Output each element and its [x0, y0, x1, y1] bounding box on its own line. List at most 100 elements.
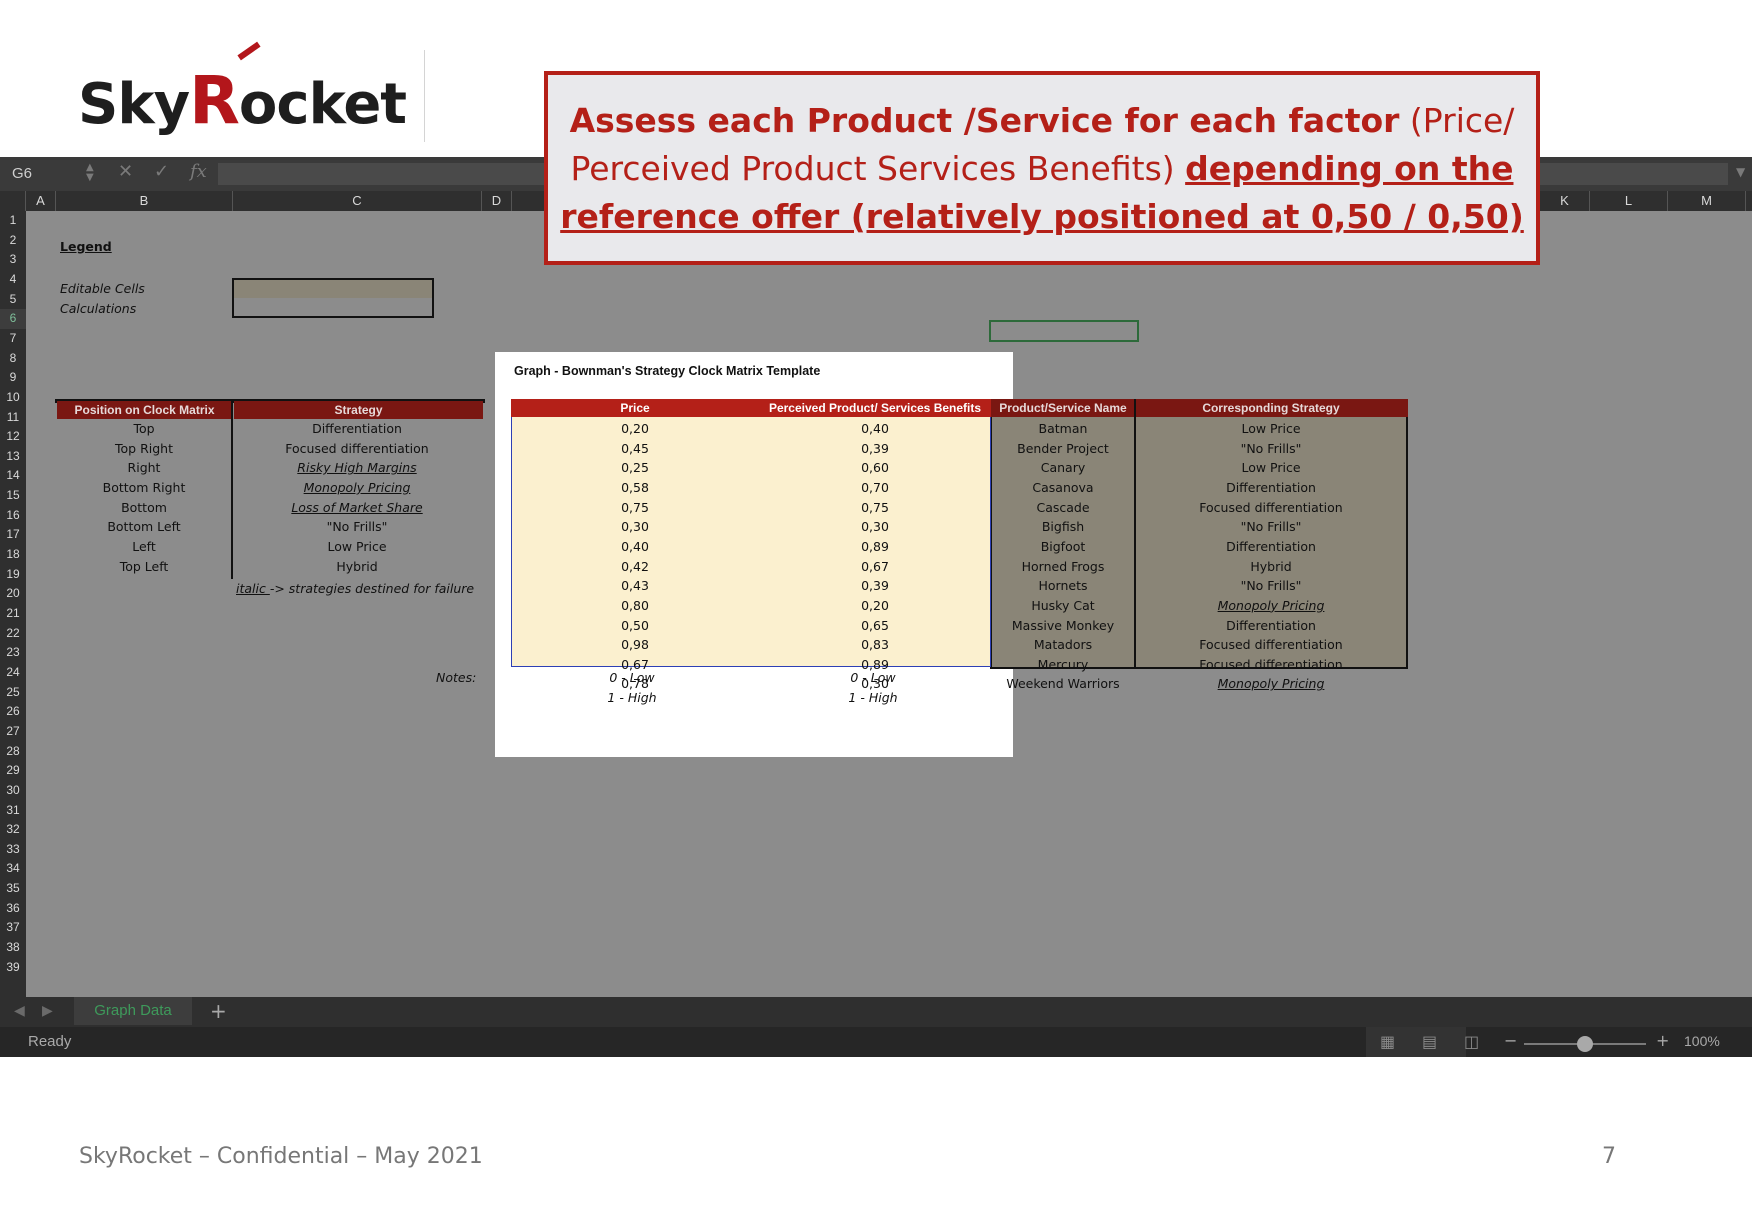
strategy-cell[interactable]: Monopoly Pricing — [1136, 674, 1406, 694]
column-header[interactable]: A — [26, 191, 56, 211]
column-header[interactable]: L — [1590, 191, 1668, 211]
row-header[interactable]: 38 — [0, 938, 26, 958]
row-header[interactable]: 12 — [0, 427, 26, 447]
price-cell[interactable]: 0,20 — [511, 419, 759, 439]
row-header[interactable]: 27 — [0, 722, 26, 742]
table-cell-strategy[interactable]: Hybrid — [233, 557, 481, 577]
column-header[interactable]: K — [1540, 191, 1590, 211]
row-header[interactable]: 39 — [0, 958, 26, 978]
table-cell-strategy[interactable]: Focused differentiation — [233, 439, 481, 459]
product-name-cell[interactable]: Casanova — [992, 478, 1134, 498]
row-header[interactable]: 19 — [0, 565, 26, 585]
prev-sheet-icon[interactable]: ◀ — [14, 1003, 25, 1019]
zoom-in-icon[interactable]: + — [1656, 1031, 1669, 1050]
row-header[interactable]: 17 — [0, 525, 26, 545]
row-header[interactable]: 32 — [0, 820, 26, 840]
benefits-cell[interactable]: 0,83 — [759, 635, 991, 655]
row-header[interactable]: 6 — [0, 309, 26, 329]
row-header[interactable]: 2 — [0, 231, 26, 251]
price-cell[interactable]: 0,50 — [511, 616, 759, 636]
table-header[interactable]: Strategy — [234, 401, 483, 419]
table-cell-position[interactable]: Bottom — [57, 498, 231, 518]
function-icon[interactable]: fx — [190, 161, 207, 182]
strategy-cell[interactable]: Focused differentiation — [1136, 655, 1406, 675]
price-cell[interactable]: 0,98 — [511, 635, 759, 655]
table-cell-strategy[interactable]: Loss of Market Share — [233, 498, 481, 518]
product-name-cell[interactable]: Horned Frogs — [992, 557, 1134, 577]
row-header[interactable]: 29 — [0, 761, 26, 781]
strategy-cell[interactable]: Differentiation — [1136, 537, 1406, 557]
row-header[interactable]: 3 — [0, 250, 26, 270]
table-cell-position[interactable]: Top Right — [57, 439, 231, 459]
strategy-cell[interactable]: Low Price — [1136, 458, 1406, 478]
table-cell-position[interactable]: Top Left — [57, 557, 231, 577]
price-cell[interactable]: 0,58 — [511, 478, 759, 498]
column-header[interactable]: B — [56, 191, 233, 211]
benefits-cell[interactable]: 0,65 — [759, 616, 991, 636]
calculations-swatch[interactable] — [232, 298, 434, 318]
add-sheet-button[interactable]: + — [210, 999, 227, 1023]
table-cell-position[interactable]: Right — [57, 458, 231, 478]
product-name-cell[interactable]: Massive Monkey — [992, 616, 1134, 636]
product-name-cell[interactable]: Husky Cat — [992, 596, 1134, 616]
row-header[interactable]: 18 — [0, 545, 26, 565]
row-header[interactable]: 23 — [0, 643, 26, 663]
row-header[interactable]: 24 — [0, 663, 26, 683]
row-header[interactable]: 25 — [0, 683, 26, 703]
product-name-cell[interactable]: Batman — [992, 419, 1134, 439]
row-header[interactable]: 31 — [0, 801, 26, 821]
row-header[interactable]: 36 — [0, 899, 26, 919]
product-name-cell[interactable]: Canary — [992, 458, 1134, 478]
benefits-cell[interactable]: 0,20 — [759, 596, 991, 616]
strategy-cell[interactable]: "No Frills" — [1136, 576, 1406, 596]
table-cell-strategy[interactable]: Risky High Margins — [233, 458, 481, 478]
product-name-cell[interactable]: Bender Project — [992, 439, 1134, 459]
product-name-cell[interactable]: Bigfoot — [992, 537, 1134, 557]
row-header[interactable]: 35 — [0, 879, 26, 899]
row-header[interactable]: 10 — [0, 388, 26, 408]
price-cell[interactable]: 0,45 — [511, 439, 759, 459]
row-header[interactable]: 20 — [0, 584, 26, 604]
table-cell-position[interactable]: Top — [57, 419, 231, 439]
product-name-header[interactable]: Product/Service Name — [992, 399, 1134, 417]
price-header[interactable]: Price — [511, 399, 759, 417]
column-header[interactable]: M — [1668, 191, 1746, 211]
strategy-cell[interactable]: "No Frills" — [1136, 439, 1406, 459]
benefits-cell[interactable]: 0,39 — [759, 439, 991, 459]
row-header[interactable]: 22 — [0, 624, 26, 644]
row-header[interactable]: 1 — [0, 211, 26, 231]
strategy-cell[interactable]: Differentiation — [1136, 616, 1406, 636]
sheet-tab-graph-data[interactable]: Graph Data — [74, 997, 192, 1025]
benefits-cell[interactable]: 0,70 — [759, 478, 991, 498]
price-cell[interactable]: 0,25 — [511, 458, 759, 478]
next-sheet-icon[interactable]: ▶ — [42, 1003, 53, 1019]
confirm-icon[interactable]: ✓ — [154, 161, 169, 182]
product-name-cell[interactable]: Mercury — [992, 655, 1134, 675]
benefits-cell[interactable]: 0,40 — [759, 419, 991, 439]
product-name-cell[interactable]: Weekend Warriors — [992, 674, 1134, 694]
table-cell-strategy[interactable]: Monopoly Pricing — [233, 478, 481, 498]
normal-view-icon[interactable]: ▦ — [1380, 1032, 1395, 1051]
row-header[interactable]: 30 — [0, 781, 26, 801]
name-box[interactable]: G6 — [0, 162, 112, 186]
row-header[interactable]: 34 — [0, 859, 26, 879]
row-header[interactable]: 16 — [0, 506, 26, 526]
page-break-icon[interactable]: ◫ — [1464, 1032, 1479, 1051]
zoom-slider-handle[interactable] — [1577, 1036, 1593, 1052]
selected-cell-g6[interactable] — [989, 320, 1139, 342]
benefits-header[interactable]: Perceived Product/ Services Benefits — [759, 399, 991, 417]
row-header[interactable]: 7 — [0, 329, 26, 349]
strategy-cell[interactable]: Low Price — [1136, 419, 1406, 439]
row-header[interactable]: 5 — [0, 290, 26, 310]
product-name-cell[interactable]: Cascade — [992, 498, 1134, 518]
strategy-header[interactable]: Corresponding Strategy — [1136, 399, 1406, 417]
page-layout-icon[interactable]: ▤ — [1422, 1032, 1437, 1051]
column-header[interactable]: C — [233, 191, 482, 211]
benefits-cell[interactable]: 0,75 — [759, 498, 991, 518]
product-name-cell[interactable]: Bigfish — [992, 517, 1134, 537]
strategy-cell[interactable]: Hybrid — [1136, 557, 1406, 577]
price-cell[interactable]: 0,42 — [511, 557, 759, 577]
table-cell-strategy[interactable]: "No Frills" — [233, 517, 481, 537]
row-header[interactable]: 11 — [0, 408, 26, 428]
row-header[interactable]: 28 — [0, 742, 26, 762]
